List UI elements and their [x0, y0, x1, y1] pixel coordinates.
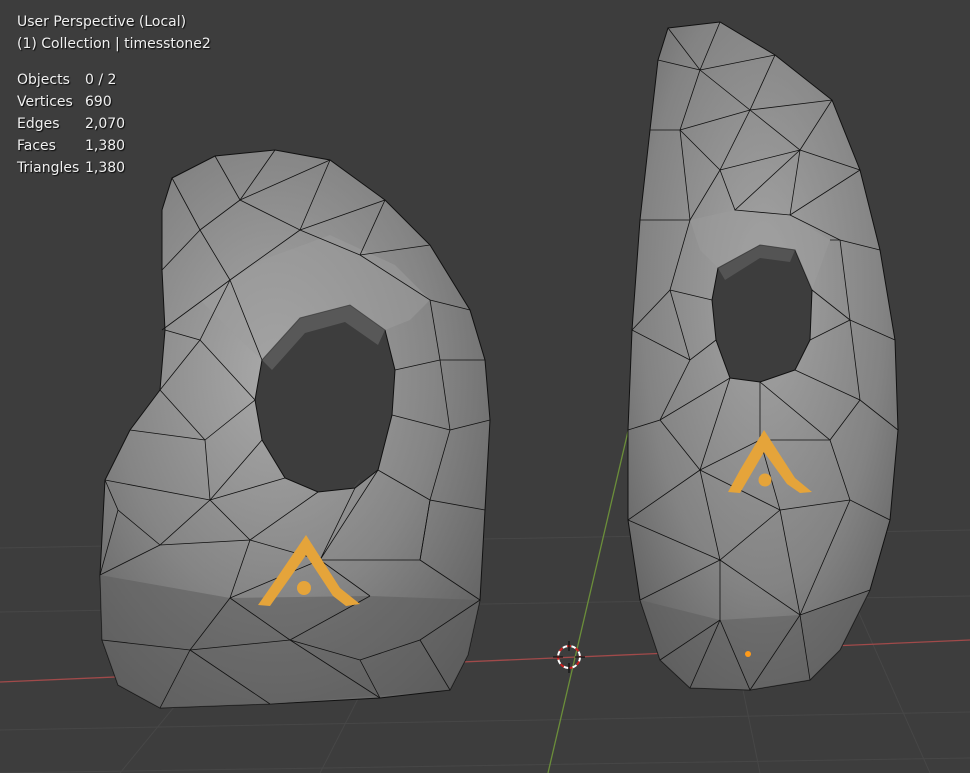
stat-row-faces: Faces 1,380 [17, 135, 211, 157]
stat-label: Objects [17, 72, 70, 88]
stat-value: 1,380 [85, 138, 126, 154]
stat-label: Faces [17, 138, 56, 154]
stat-row-edges: Edges 2,070 [17, 113, 211, 135]
stat-value: 0 / 2 [85, 72, 117, 88]
collection-label: (1) Collection | timesstone2 [17, 36, 211, 52]
stat-label: Vertices [17, 94, 73, 110]
perspective-label: User Perspective (Local) [17, 14, 187, 30]
stat-label: Triangles [17, 160, 80, 176]
stat-row-objects: Objects 0 / 2 [17, 69, 211, 91]
viewport-info-overlay: User Perspective (Local) (1) Collection … [17, 11, 211, 179]
stat-value: 690 [85, 94, 112, 110]
stat-row-triangles: Triangles 1,380 [17, 157, 211, 179]
object-origin-dot [745, 651, 751, 657]
y-axis-line [547, 379, 641, 773]
stat-label: Edges [17, 116, 60, 132]
stone-object-right[interactable] [627, 21, 899, 691]
stat-value: 2,070 [85, 116, 126, 132]
stone-object-left[interactable] [99, 149, 491, 709]
stat-row-vertices: Vertices 690 [17, 91, 211, 113]
statistics-panel: Objects 0 / 2 Vertices 690 Edges 2,070 F… [17, 69, 211, 179]
stat-value: 1,380 [85, 160, 126, 176]
